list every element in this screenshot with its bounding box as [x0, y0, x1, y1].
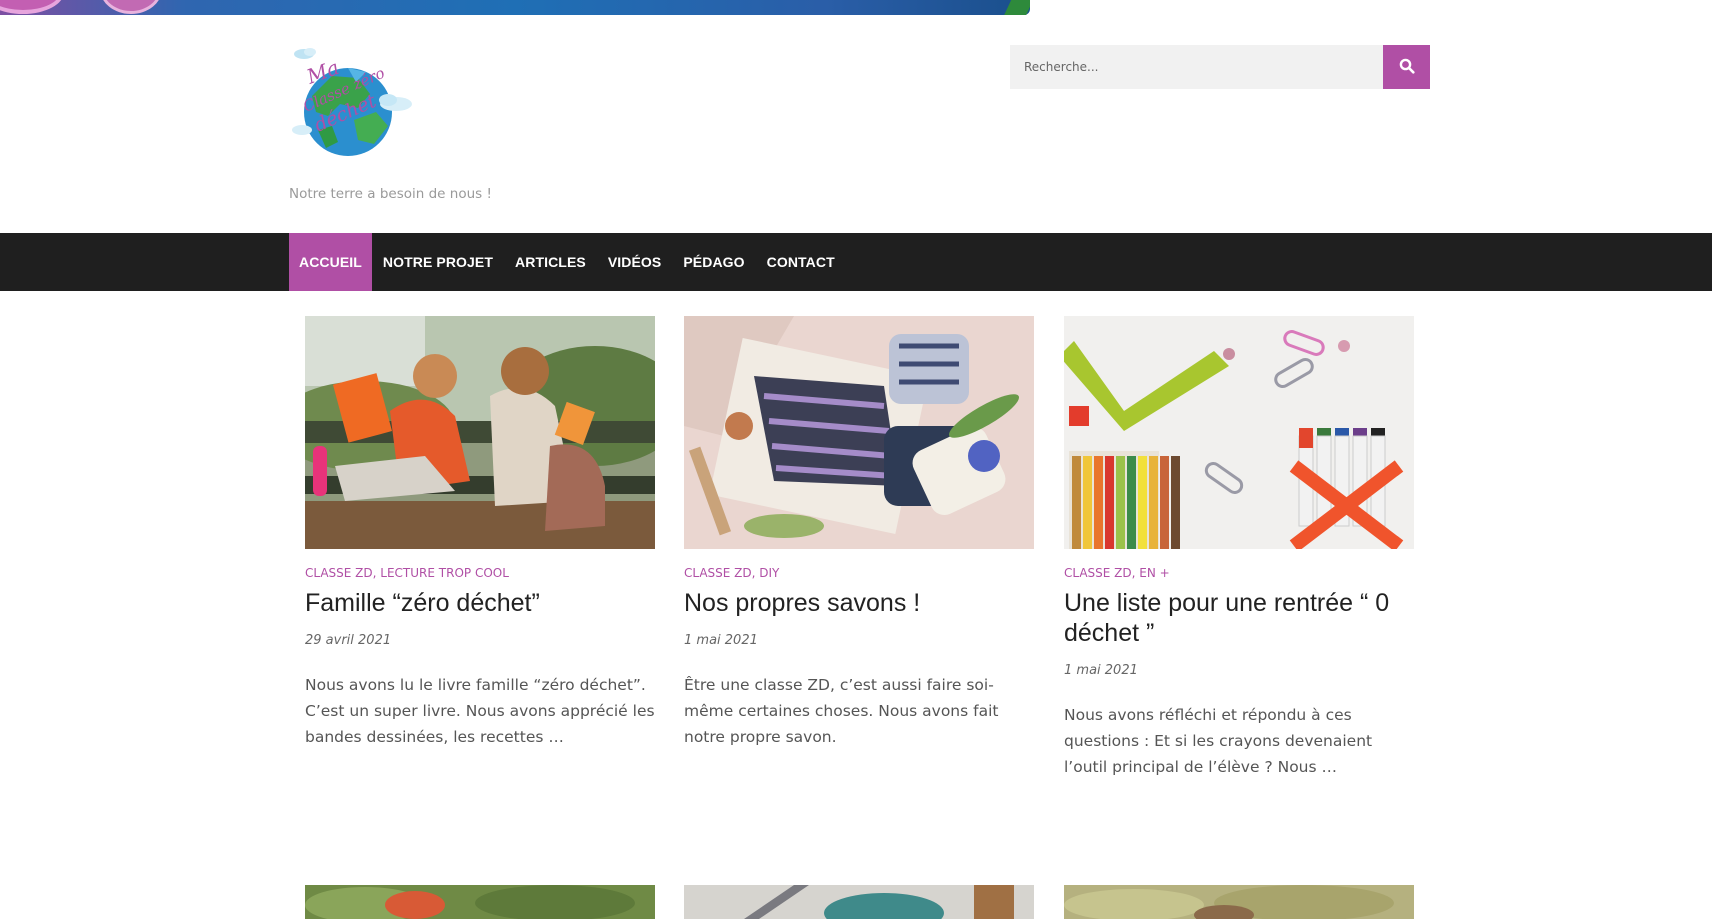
search-input[interactable]: [1010, 45, 1383, 89]
post-thumbnail[interactable]: [684, 885, 1034, 919]
post-thumbnail[interactable]: [684, 316, 1034, 549]
post-date: 1 mai 2021: [684, 633, 758, 648]
post-thumbnail[interactable]: [1064, 316, 1414, 549]
nav-item-articles[interactable]: ARTICLES: [504, 233, 597, 291]
post-title[interactable]: Une liste pour une rentrée “ 0 déchet ”: [1064, 588, 1414, 648]
post-title[interactable]: Famille “zéro déchet”: [305, 588, 655, 618]
search-form: [1010, 45, 1430, 89]
site-logo[interactable]: Ma Classe zéro déchet: [288, 46, 416, 164]
post-card: CLASSE ZD, DIY Nos propres savons ! 1 ma…: [684, 316, 1034, 750]
nav-item-accueil[interactable]: ACCUEIL: [289, 233, 372, 291]
post-excerpt: Nous avons lu le livre famille “zéro déc…: [305, 676, 655, 746]
nav-item-pedago[interactable]: PÉDAGO: [672, 233, 755, 291]
site-tagline: Notre terre a besoin de nous !: [289, 186, 492, 202]
nav-item-contact[interactable]: CONTACT: [756, 233, 846, 291]
post-thumbnail[interactable]: [1064, 885, 1414, 919]
post-categories: CLASSE ZD, EN +: [1064, 566, 1170, 580]
category-link[interactable]: CLASSE ZD: [684, 566, 752, 580]
post-excerpt: Nous avons réfléchi et répondu à ces que…: [1064, 706, 1373, 776]
post-thumbnail[interactable]: [305, 316, 655, 549]
post-card: CLASSE ZD, EN + Une liste pour une rentr…: [1064, 316, 1414, 780]
category-link[interactable]: LECTURE TROP COOL: [380, 566, 509, 580]
category-link[interactable]: CLASSE ZD: [305, 566, 373, 580]
category-link[interactable]: DIY: [759, 566, 779, 580]
post-thumbnail[interactable]: [305, 885, 655, 919]
nav-item-notre-projet[interactable]: NOTRE PROJET: [372, 233, 504, 291]
search-icon: [1399, 58, 1415, 77]
nav-item-videos[interactable]: VIDÉOS: [597, 233, 673, 291]
post-date: 1 mai 2021: [1064, 663, 1138, 678]
post-title[interactable]: Nos propres savons !: [684, 588, 1034, 618]
category-link[interactable]: EN +: [1139, 566, 1169, 580]
category-link[interactable]: CLASSE ZD: [1064, 566, 1132, 580]
post-date: 29 avril 2021: [305, 633, 392, 648]
post-categories: CLASSE ZD, DIY: [684, 566, 780, 580]
search-button[interactable]: [1383, 45, 1430, 89]
post-categories: CLASSE ZD, LECTURE TROP COOL: [305, 566, 509, 580]
top-banner-image: [0, 0, 1030, 15]
post-card: CLASSE ZD, LECTURE TROP COOL Famille “zé…: [305, 316, 655, 750]
main-nav: ACCUEIL NOTRE PROJET ARTICLES VIDÉOS PÉD…: [0, 233, 1712, 291]
post-excerpt: Être une classe ZD, c’est aussi faire so…: [684, 676, 999, 746]
